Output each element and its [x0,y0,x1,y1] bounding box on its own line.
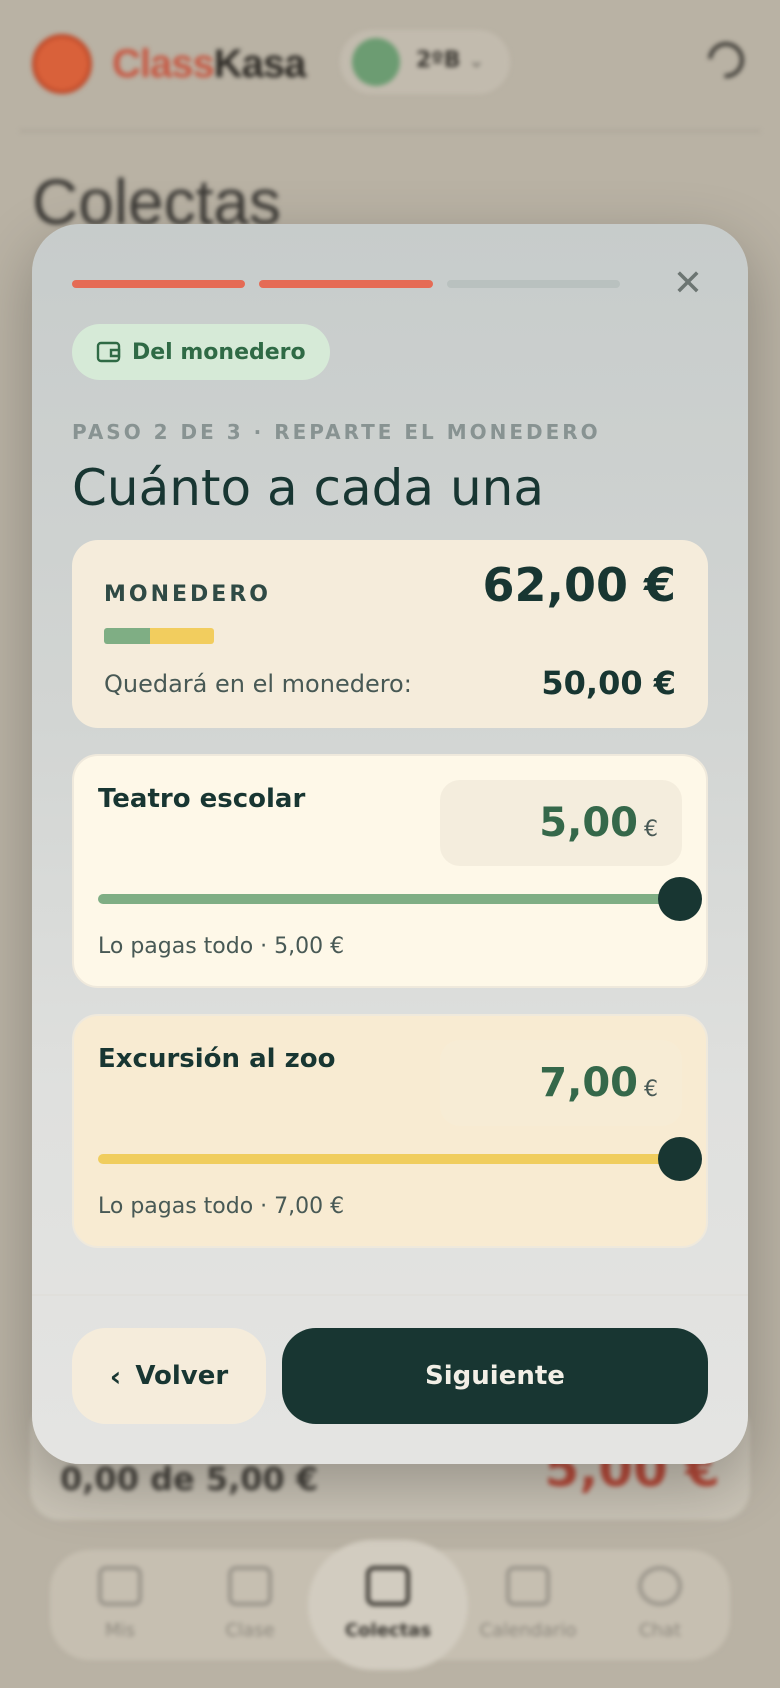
mode-label: Del monedero [132,339,306,365]
chevron-down-icon: ⌄ [468,48,485,72]
remaining-label: Quedará en el monedero: [104,670,412,698]
step-progress [72,280,620,288]
amount-input[interactable]: 5,00 € [440,780,682,866]
wallet-icon [96,340,122,364]
nav-item-chat[interactable]: Chat [600,1566,720,1641]
class-icon [228,1566,272,1606]
item-note: Lo pagas todo · 7,00 € [98,1194,345,1219]
wallet-summary-card: MONEDERO 62,00 € Quedará en el monedero:… [72,540,708,728]
wallet-icon [366,1566,410,1606]
class-selector[interactable]: 2ºB ⌄ [340,30,510,94]
allocation-modal: ✕ Del monedero PASO 2 DE 3 · REPARTE EL … [32,224,748,1464]
amount-value: 5,00 [539,800,638,846]
progress-step-1 [72,280,246,288]
back-button[interactable]: ‹ Volver [72,1328,266,1424]
allocation-bar-segment-zoo [150,628,214,644]
progress-step-2 [259,280,433,288]
moon-icon[interactable] [700,34,752,86]
currency-symbol: € [644,1077,658,1102]
slider-thumb[interactable] [658,877,702,921]
home-icon [98,1566,142,1606]
slider-thumb[interactable] [658,1137,702,1181]
app-logo [32,34,92,94]
amount-input[interactable]: 7,00 € [440,1040,682,1126]
item-card: Excursión al zoo 7,00 € Lo pagas todo · 7… [72,1014,708,1248]
currency-symbol: € [644,817,658,842]
remaining-value: 50,00 € [541,664,676,702]
calendar-icon [506,1566,550,1606]
item-name: Excursión al zoo [98,1044,336,1074]
nav-item-clase[interactable]: Clase [190,1566,310,1641]
slider-track[interactable] [98,1154,680,1164]
nav-item-mis[interactable]: Mis [60,1566,180,1641]
item-note: Lo pagas todo · 5,00 € [98,934,345,959]
collection-progress: 0,00 de 5,00 € [60,1460,319,1498]
allocation-bar-segment-teatro [104,628,150,644]
chat-icon [638,1566,682,1606]
next-button-label: Siguiente [425,1361,565,1391]
item-name: Teatro escolar [98,784,306,814]
wallet-label: MONEDERO [104,582,271,607]
header-divider [20,130,760,132]
mode-badge: Del monedero [72,324,330,380]
next-button[interactable]: Siguiente [282,1328,708,1424]
app-name: ClassKasa [112,42,306,86]
progress-step-3 [446,280,620,288]
item-card: Teatro escolar 5,00 € Lo pagas todo · 5,0… [72,754,708,988]
step-label: PASO 2 DE 3 · REPARTE EL MONEDERO [72,420,601,444]
modal-title: Cuánto a cada una [72,459,544,517]
nav-item-colectas[interactable]: Colectas [328,1566,448,1641]
close-icon[interactable]: ✕ [668,264,708,304]
nav-item-calendario[interactable]: Calendario [468,1566,588,1641]
bottom-nav: Mis Clase Colectas Calendario Chat [50,1540,730,1670]
chevron-left-icon: ‹ [109,1359,122,1393]
wallet-allocation-bar [104,628,214,644]
footer-divider [32,1294,748,1296]
class-selector-label: 2ºB [416,48,461,73]
class-avatar [352,38,400,86]
app-header: ClassKasa 2ºB ⌄ [30,30,752,100]
back-button-label: Volver [135,1361,229,1391]
wallet-total: 62,00 € [482,558,676,612]
slider-track[interactable] [98,894,680,904]
amount-value: 7,00 [539,1060,638,1106]
